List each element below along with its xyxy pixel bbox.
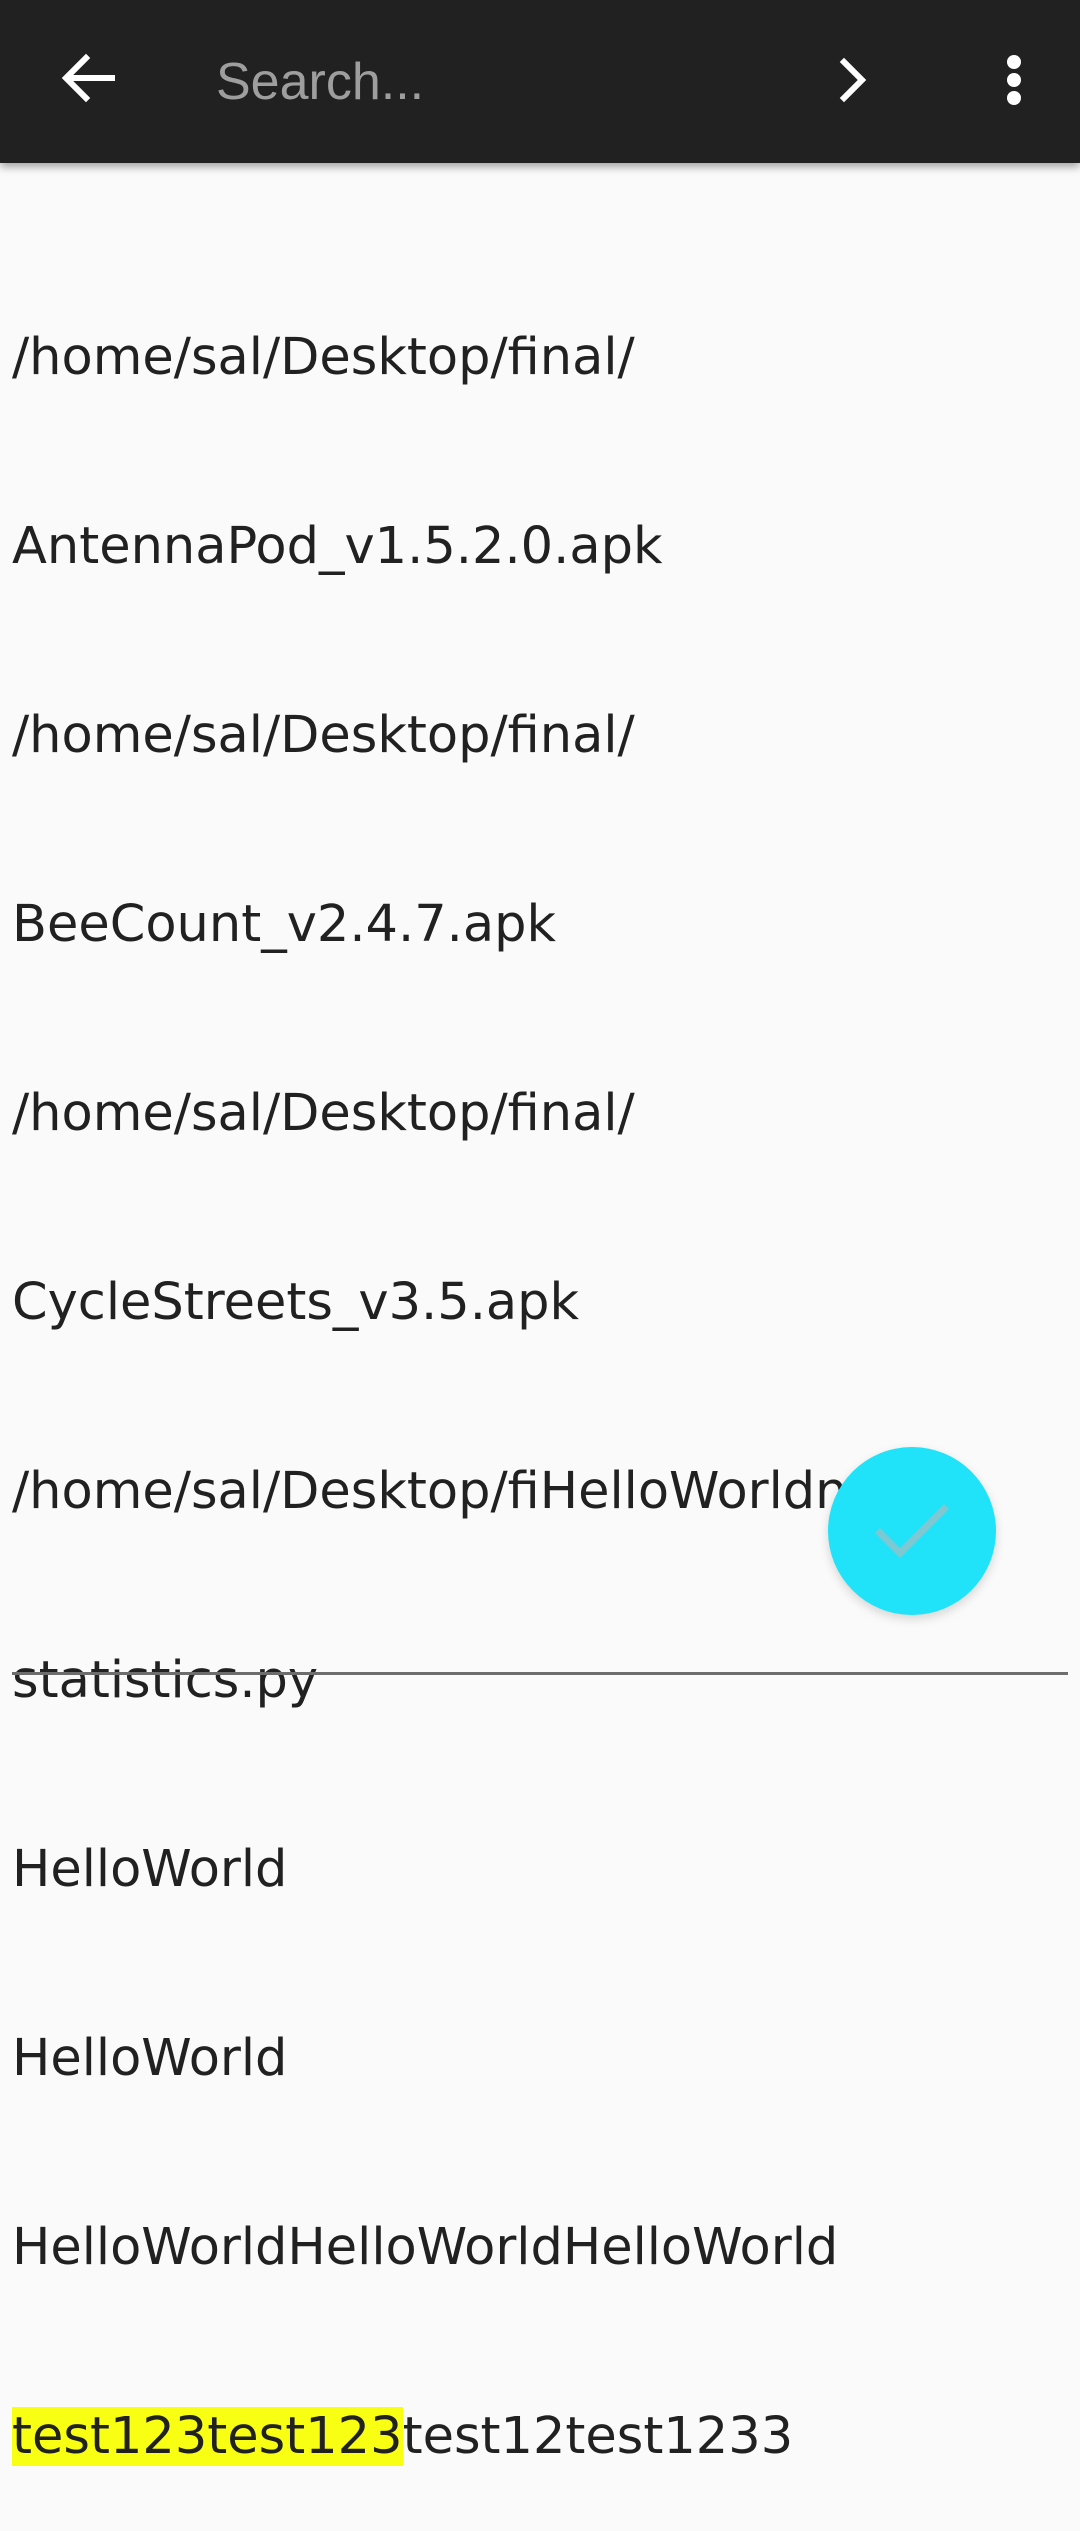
editor-line: HelloWorldHelloWorldHelloWorld <box>12 2218 839 2277</box>
editor-line-rest: test12test1233 <box>402 2407 794 2466</box>
editor-line: HelloWorld <box>12 2029 288 2088</box>
save-fab-button[interactable] <box>828 1447 996 1615</box>
back-button[interactable] <box>44 38 132 126</box>
editor-line: /home/sal/Desktop/final/ <box>12 1084 635 1143</box>
arrow-left-icon <box>61 53 115 103</box>
text-editor[interactable]: /home/sal/Desktop/final/ AntennaPod_v1.5… <box>12 200 1062 2531</box>
editor-line: /home/sal/Desktop/final/ <box>12 706 635 765</box>
editor-line: CycleStreets_v3.5.apk <box>12 1273 580 1332</box>
search-toolbar <box>0 0 1080 163</box>
search-input[interactable] <box>216 44 776 120</box>
editor-line: HelloWorld <box>12 1840 288 1899</box>
editor-line-last: test123test123test12test1233 <box>12 2405 1062 2468</box>
editor-underline <box>12 1672 1068 1675</box>
find-next-button[interactable] <box>808 38 896 126</box>
check-icon <box>875 1504 949 1558</box>
overflow-menu-button[interactable] <box>970 38 1058 126</box>
editor-line: statistics.py <box>12 1651 319 1710</box>
editor-line: BeeCount_v2.4.7.apk <box>12 895 557 954</box>
search-match-highlight: test123test123 <box>12 2407 403 2466</box>
more-vertical-icon <box>1007 55 1021 105</box>
editor-line: AntennaPod_v1.5.2.0.apk <box>12 517 663 576</box>
editor-line: /home/sal/Desktop/final/ <box>12 328 635 387</box>
chevron-right-icon <box>839 57 867 103</box>
